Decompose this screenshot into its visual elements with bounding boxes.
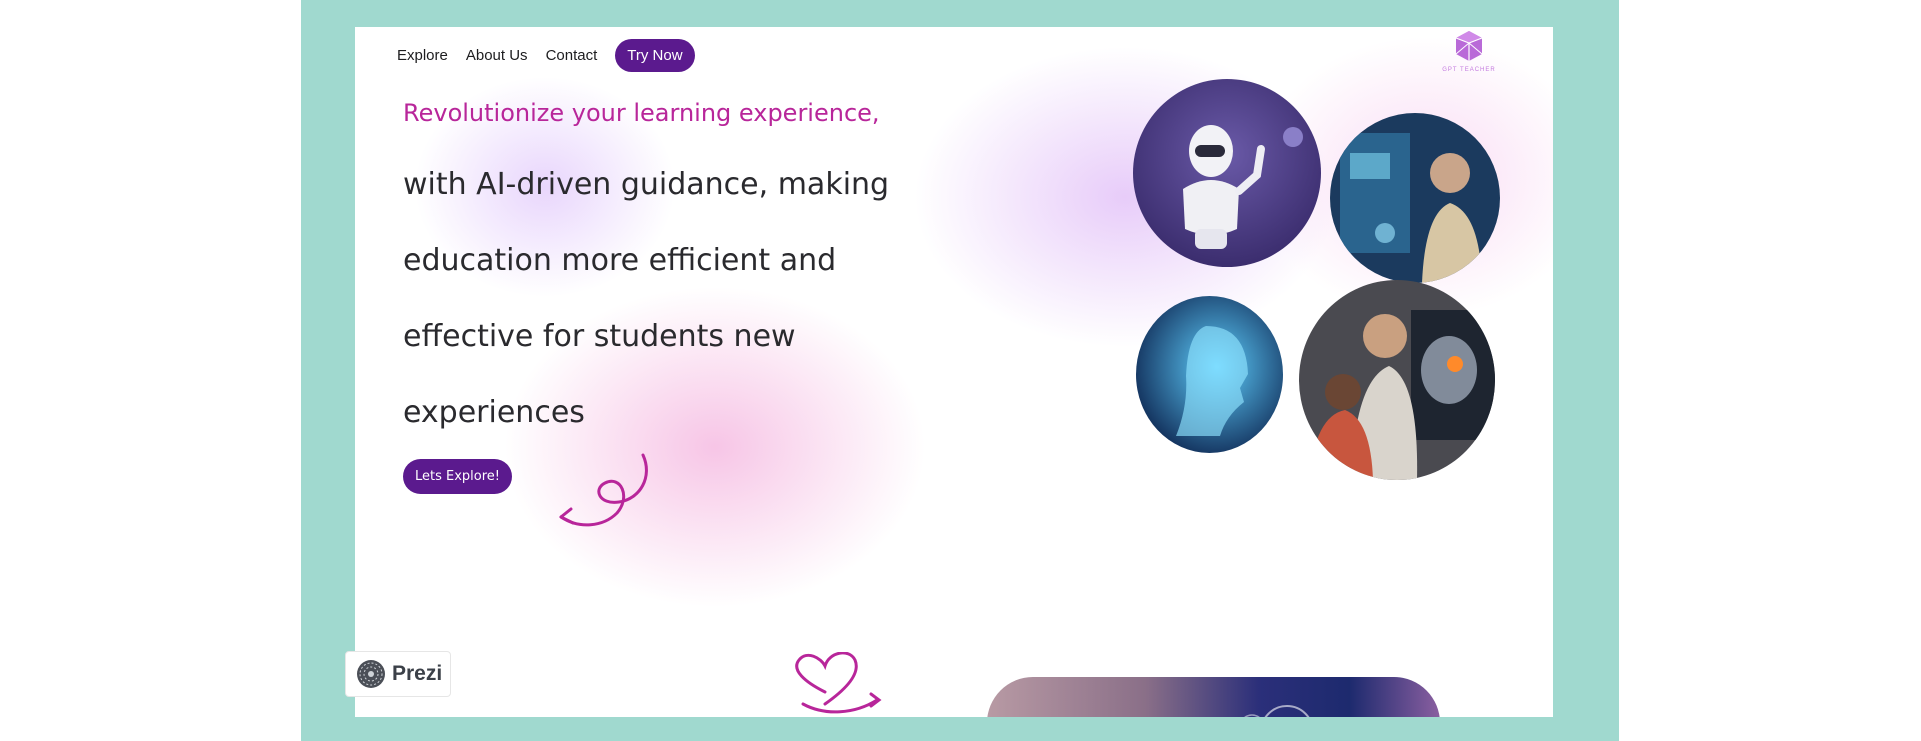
lets-explore-button[interactable]: Lets Explore! xyxy=(403,459,513,494)
swirl-arrow-icon xyxy=(559,453,648,527)
nav-about-us[interactable]: About Us xyxy=(466,47,528,64)
try-now-button[interactable]: Try Now xyxy=(615,39,695,72)
nav-contact[interactable]: Contact xyxy=(546,47,598,64)
logo-text: GPT TEACHER xyxy=(1442,67,1496,73)
bottom-feature-image xyxy=(987,677,1440,717)
hero-body-text: with AI-driven guidance, making educatio… xyxy=(403,167,890,430)
woman-tech-image xyxy=(1330,113,1500,283)
logo-polyhedron-icon xyxy=(1455,31,1483,61)
prezi-badge[interactable]: Prezi xyxy=(345,651,451,697)
landing-page: Explore About Us Contact Try Now GPT TEA… xyxy=(355,27,1553,717)
digital-head-image xyxy=(1136,296,1283,453)
prezi-label: Prezi xyxy=(392,662,443,685)
top-nav: Explore About Us Contact Try Now xyxy=(397,39,695,72)
nav-explore[interactable]: Explore xyxy=(397,47,448,64)
hero-tagline: Revolutionize your learning experience, xyxy=(403,99,880,127)
students-brain-scan-image xyxy=(1299,280,1495,480)
prezi-logo-icon xyxy=(357,660,385,688)
robot-image xyxy=(1133,79,1321,267)
brand-logo[interactable]: GPT TEACHER xyxy=(1439,30,1499,73)
heart-doodle-icon xyxy=(795,652,882,714)
